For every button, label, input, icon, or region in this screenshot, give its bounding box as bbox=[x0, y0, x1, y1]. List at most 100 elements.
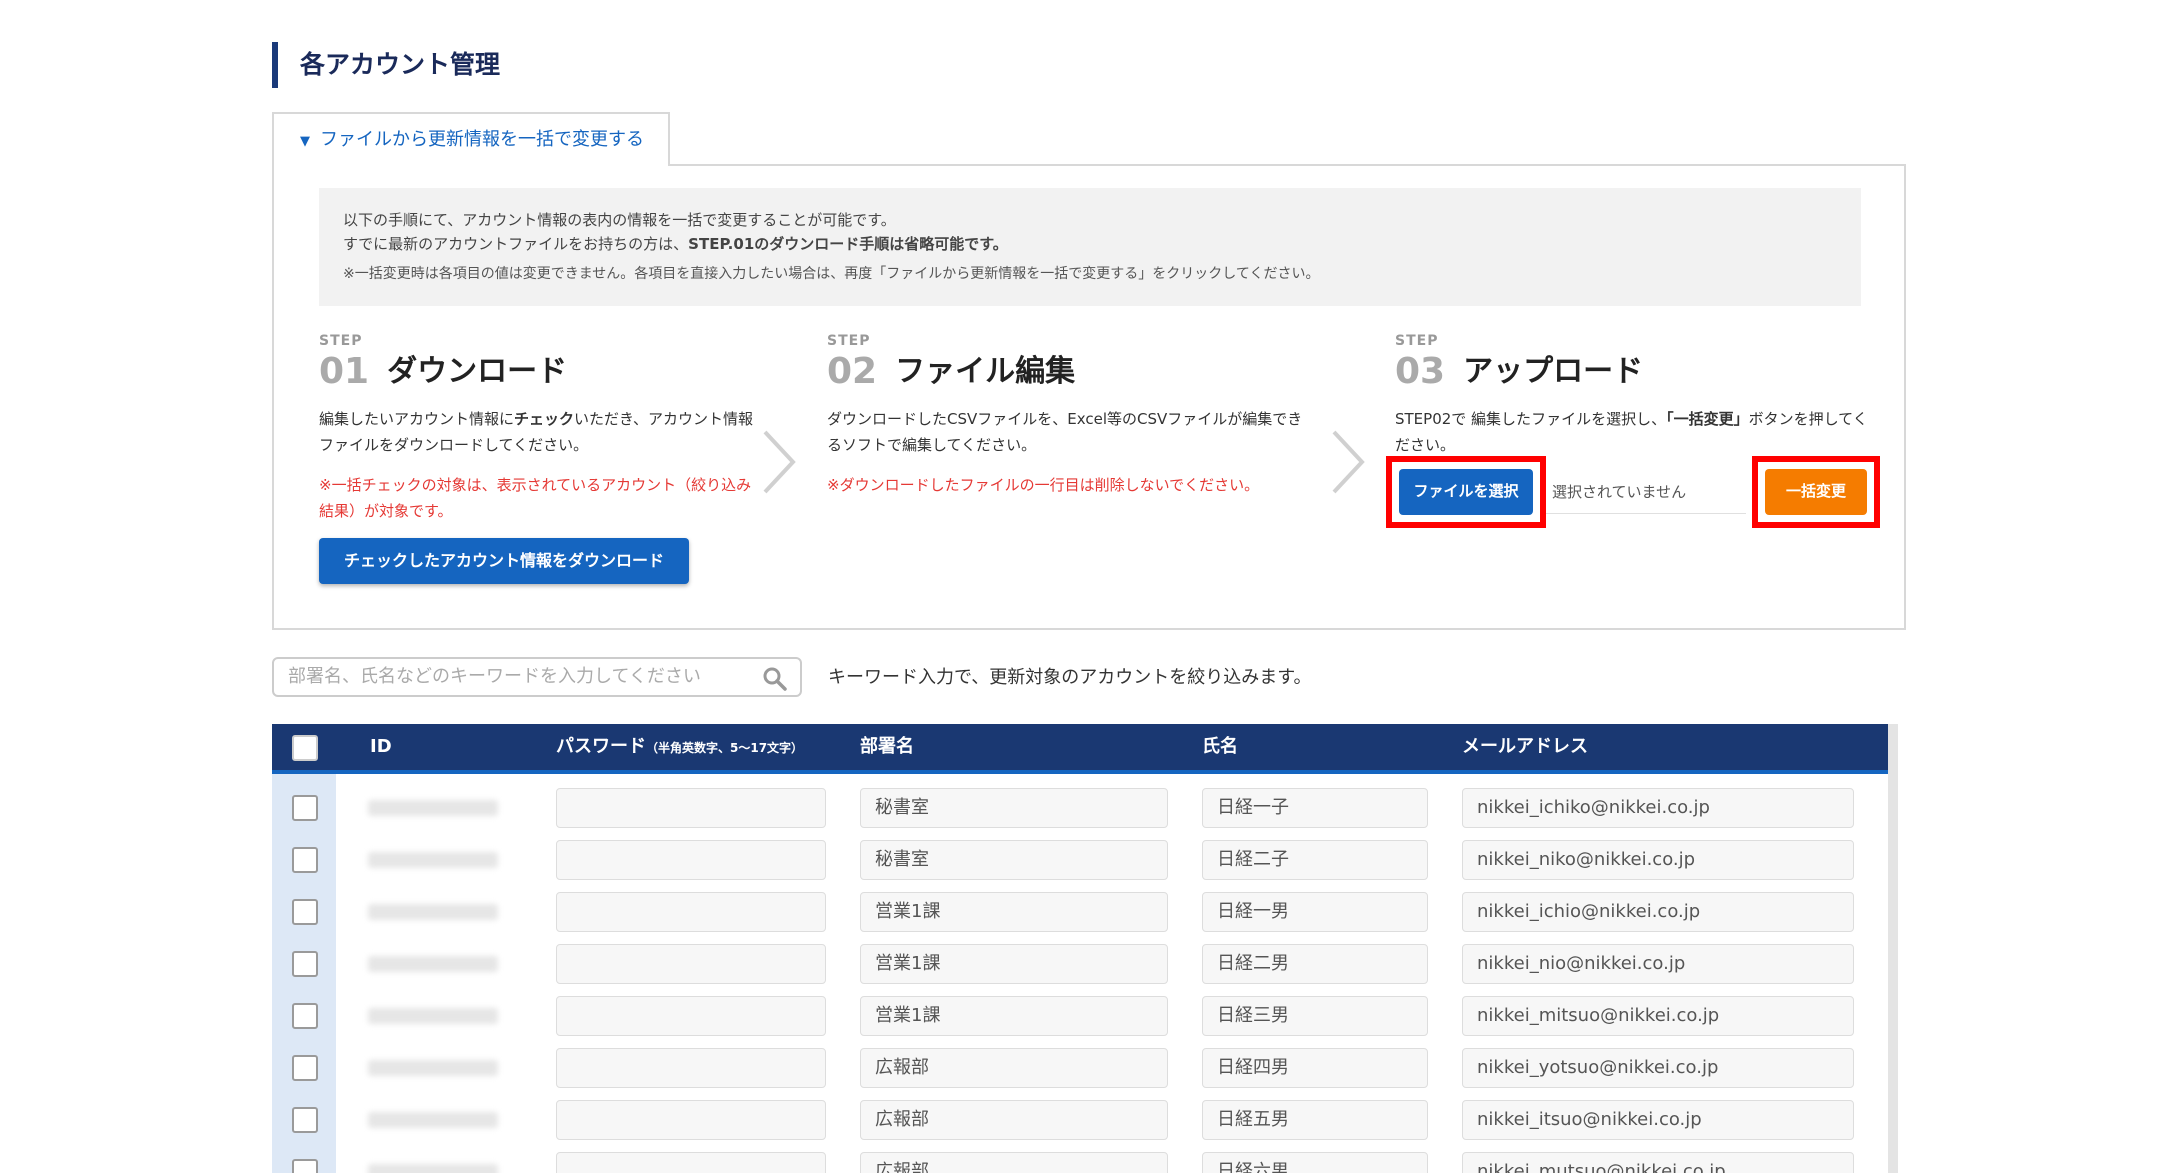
header-dept: 部署名 bbox=[860, 736, 914, 757]
step-label: STEP bbox=[319, 333, 363, 349]
table-row: 営業1課 日経二男 nikkei_nio@nikkei.co.jp bbox=[272, 938, 1892, 990]
table-row: 秘書室 日経一子 nikkei_ichiko@nikkei.co.jp bbox=[272, 782, 1892, 834]
id-value-blurred bbox=[368, 852, 498, 868]
step-warning: ※一括チェックの対象は、表示されているアカウント（絞り込み結果）が対象です。 bbox=[319, 476, 752, 520]
email-input[interactable]: nikkei_itsuo@nikkei.co.jp bbox=[1462, 1100, 1854, 1140]
password-input[interactable] bbox=[556, 892, 826, 932]
name-input[interactable]: 日経四男 bbox=[1202, 1048, 1428, 1088]
step-desc-pre: 編集したいアカウント情報に bbox=[319, 410, 515, 428]
step-description: STEP02で 編集したファイルを選択し、「一括変更」ボタンを押してください。 bbox=[1395, 406, 1875, 458]
notice-line-2: すでに最新のアカウントファイルをお持ちの方は、STEP.01のダウンロード手順は… bbox=[343, 232, 1837, 256]
dept-input[interactable]: 営業1課 bbox=[860, 996, 1168, 1036]
dept-input[interactable]: 広報部 bbox=[860, 1048, 1168, 1088]
row-checkbox[interactable] bbox=[292, 1003, 318, 1029]
table-row: 広報部 日経四男 nikkei_yotsuo@nikkei.co.jp bbox=[272, 1042, 1892, 1094]
name-input[interactable]: 日経二男 bbox=[1202, 944, 1428, 984]
chevron-right-icon bbox=[763, 430, 796, 494]
table-row: 広報部 日経五男 nikkei_itsuo@nikkei.co.jp bbox=[272, 1094, 1892, 1146]
step-warning: ※ダウンロードしたファイルの一行目は削除しないでください。 bbox=[827, 476, 1260, 494]
table-header: ID パスワード（半角英数字、5～17文字） 部署名 氏名 メールアドレス bbox=[272, 724, 1892, 774]
step-desc-pre: STEP02で 編集したファイルを選択し、 bbox=[1395, 410, 1667, 428]
email-input[interactable]: nikkei_nio@nikkei.co.jp bbox=[1462, 944, 1854, 984]
notice-box: 以下の手順にて、アカウント情報の表内の情報を一括で変更することが可能です。 すで… bbox=[319, 188, 1861, 306]
step-label: STEP bbox=[827, 333, 871, 349]
header-password: パスワード（半角英数字、5～17文字） bbox=[556, 724, 803, 770]
row-checkbox[interactable] bbox=[292, 847, 318, 873]
email-input[interactable]: nikkei_mutsuo@nikkei.co.jp bbox=[1462, 1152, 1854, 1173]
select-all-checkbox[interactable] bbox=[292, 735, 318, 761]
name-input[interactable]: 日経二子 bbox=[1202, 840, 1428, 880]
row-checkbox[interactable] bbox=[292, 795, 318, 821]
row-checkbox[interactable] bbox=[292, 1159, 318, 1173]
password-input[interactable] bbox=[556, 1152, 826, 1173]
step-02: STEP 02 ファイル編集 ダウンロードしたCSVファイルを、Excel等のC… bbox=[827, 334, 1307, 498]
download-checked-button[interactable]: チェックしたアカウント情報をダウンロード bbox=[319, 538, 689, 584]
step-desc-bold: チェック bbox=[514, 410, 575, 428]
name-input[interactable]: 日経五男 bbox=[1202, 1100, 1428, 1140]
step-label: STEP bbox=[1395, 333, 1439, 349]
password-input[interactable] bbox=[556, 788, 826, 828]
id-value-blurred bbox=[368, 1112, 498, 1128]
id-value-blurred bbox=[368, 1164, 498, 1173]
step-description: 編集したいアカウント情報にチェックいただき、アカウント情報ファイルをダウンロード… bbox=[319, 406, 759, 458]
password-input[interactable] bbox=[556, 840, 826, 880]
vertical-scrollbar[interactable] bbox=[1888, 724, 1898, 1173]
dept-input[interactable]: 広報部 bbox=[860, 1100, 1168, 1140]
name-input[interactable]: 日経一男 bbox=[1202, 892, 1428, 932]
search-input[interactable]: 部署名、氏名などのキーワードを入力してください bbox=[272, 657, 802, 697]
row-checkbox[interactable] bbox=[292, 951, 318, 977]
password-input[interactable] bbox=[556, 944, 826, 984]
notice-line-3: ※一括変更時は各項目の値は変更できません。各項目を直接入力したい場合は、再度「フ… bbox=[343, 266, 1320, 282]
step-description: ダウンロードしたCSVファイルを、Excel等のCSVファイルが編集できるソフト… bbox=[827, 410, 1303, 454]
header-name: 氏名 bbox=[1202, 736, 1238, 757]
search-placeholder: 部署名、氏名などのキーワードを入力してください bbox=[288, 666, 701, 687]
bulk-update-panel: 以下の手順にて、アカウント情報の表内の情報を一括で変更することが可能です。 すで… bbox=[272, 164, 1906, 630]
id-value-blurred bbox=[368, 1008, 498, 1024]
step-title: アップロード bbox=[1463, 354, 1644, 389]
table-row: 広報部 日経六男 nikkei_mutsuo@nikkei.co.jp bbox=[272, 1146, 1892, 1173]
email-input[interactable]: nikkei_mitsuo@nikkei.co.jp bbox=[1462, 996, 1854, 1036]
email-input[interactable]: nikkei_yotsuo@nikkei.co.jp bbox=[1462, 1048, 1854, 1088]
notice-line-2-text: すでに最新のアカウントファイルをお持ちの方は、 bbox=[343, 235, 689, 253]
search-icon[interactable] bbox=[762, 666, 788, 692]
dept-input[interactable]: 秘書室 bbox=[860, 788, 1168, 828]
chevron-right-icon bbox=[1332, 430, 1365, 494]
header-id: ID bbox=[370, 736, 392, 757]
page-title: 各アカウント管理 bbox=[272, 42, 500, 88]
header-email: メールアドレス bbox=[1462, 736, 1588, 757]
tab-bulk-update[interactable]: ▼ ファイルから更新情報を一括で変更する bbox=[272, 112, 670, 166]
id-value-blurred bbox=[368, 904, 498, 920]
password-input[interactable] bbox=[556, 1100, 826, 1140]
notice-line-2-bold: STEP.01のダウンロード手順は省略可能です。 bbox=[688, 235, 1008, 253]
file-select-button[interactable]: ファイルを選択 bbox=[1399, 469, 1533, 515]
row-checkbox[interactable] bbox=[292, 1055, 318, 1081]
header-password-label: パスワード bbox=[556, 736, 646, 757]
row-checkbox[interactable] bbox=[292, 1107, 318, 1133]
step-01: STEP 01 ダウンロード 編集したいアカウント情報にチェックいただき、アカウ… bbox=[319, 334, 759, 524]
dept-input[interactable]: 営業1課 bbox=[860, 944, 1168, 984]
dept-input[interactable]: 秘書室 bbox=[860, 840, 1168, 880]
file-status-text: 選択されていません bbox=[1546, 470, 1746, 514]
email-input[interactable]: nikkei_ichio@nikkei.co.jp bbox=[1462, 892, 1854, 932]
tab-label: ファイルから更新情報を一括で変更する bbox=[320, 129, 644, 150]
dept-input[interactable]: 広報部 bbox=[860, 1152, 1168, 1173]
row-checkbox[interactable] bbox=[292, 899, 318, 925]
step-03: STEP 03 アップロード STEP02で 編集したファイルを選択し、「一括変… bbox=[1395, 334, 1875, 458]
notice-line-1: 以下の手順にて、アカウント情報の表内の情報を一括で変更することが可能です。 bbox=[343, 211, 896, 229]
bulk-change-button[interactable]: 一括変更 bbox=[1765, 469, 1867, 515]
email-input[interactable]: nikkei_niko@nikkei.co.jp bbox=[1462, 840, 1854, 880]
name-input[interactable]: 日経三男 bbox=[1202, 996, 1428, 1036]
password-input[interactable] bbox=[556, 1048, 826, 1088]
table-row: 営業1課 日経一男 nikkei_ichio@nikkei.co.jp bbox=[272, 886, 1892, 938]
step-number: 02 bbox=[827, 351, 878, 392]
email-input[interactable]: nikkei_ichiko@nikkei.co.jp bbox=[1462, 788, 1854, 828]
id-value-blurred bbox=[368, 956, 498, 972]
password-input[interactable] bbox=[556, 996, 826, 1036]
name-input[interactable]: 日経一子 bbox=[1202, 788, 1428, 828]
bulk-change-highlight: 一括変更 bbox=[1752, 456, 1880, 528]
id-value-blurred bbox=[368, 1060, 498, 1076]
name-input[interactable]: 日経六男 bbox=[1202, 1152, 1428, 1173]
header-password-note: （半角英数字、5～17文字） bbox=[646, 741, 804, 755]
id-value-blurred bbox=[368, 800, 498, 816]
dept-input[interactable]: 営業1課 bbox=[860, 892, 1168, 932]
